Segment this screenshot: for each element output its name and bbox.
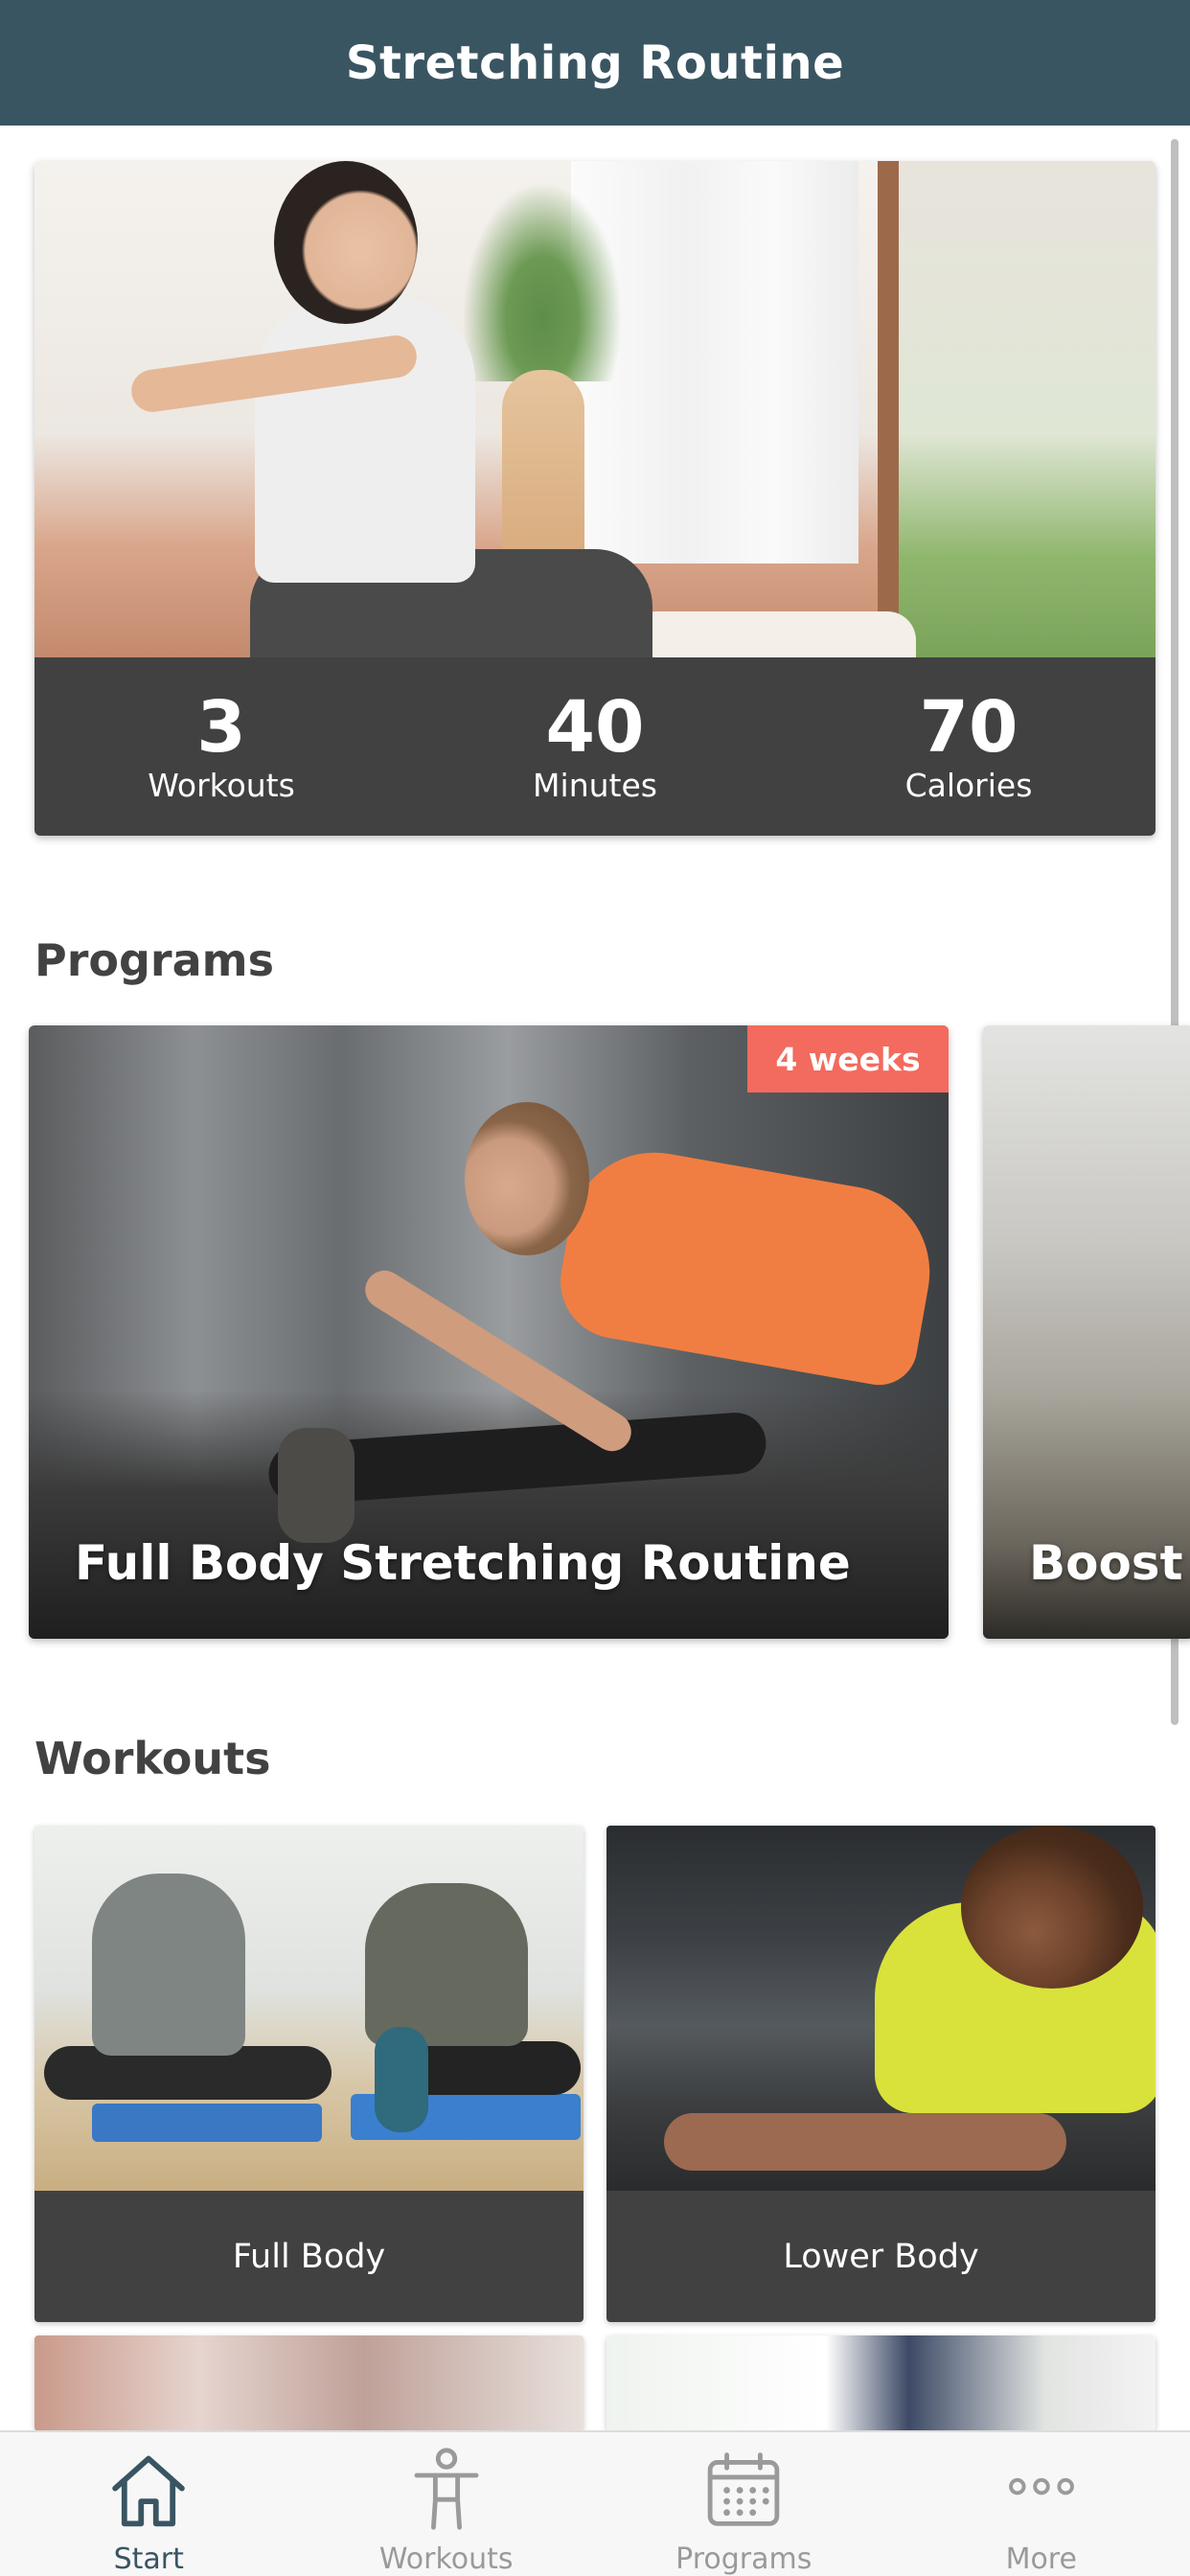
program-card-full-body[interactable]: 4 weeks Full Body Stretching Routine — [29, 1025, 949, 1639]
program-title: Boost y — [1029, 1535, 1190, 1591]
stat-workouts: 3 Workouts — [34, 657, 408, 836]
stat-calories: 70 Calories — [782, 657, 1156, 836]
workouts-heading: Workouts — [34, 1733, 271, 1784]
hero-plant — [456, 171, 629, 381]
program-title: Full Body Stretching Routine — [75, 1535, 851, 1591]
workout-image — [606, 1826, 1156, 2191]
stat-label: Workouts — [148, 767, 295, 804]
stat-value: 40 — [545, 686, 645, 769]
hero-floor — [629, 611, 916, 657]
calendar-icon — [707, 2452, 780, 2526]
workout-label: Full Body — [34, 2191, 584, 2322]
programs-heading: Programs — [34, 934, 274, 986]
app-header: Stretching Routine — [0, 0, 1190, 126]
tab-start[interactable]: Start — [0, 2432, 298, 2576]
hero-person-head — [274, 161, 418, 324]
tab-bar: Start Workouts Programs More — [0, 2430, 1190, 2576]
stat-value: 3 — [196, 686, 246, 769]
stat-value: 70 — [919, 686, 1018, 769]
home-icon — [112, 2455, 186, 2527]
yoga-mat — [92, 2104, 322, 2142]
stat-minutes: 40 Minutes — [408, 657, 782, 836]
program-image-floor — [29, 1390, 949, 1639]
person-body — [92, 1874, 245, 2056]
person-head — [961, 1826, 1143, 1989]
workout-image — [606, 2335, 1156, 2431]
tab-label: Start — [113, 2542, 184, 2576]
hero-window — [878, 161, 1156, 657]
workout-card[interactable] — [34, 2335, 584, 2431]
page-title: Stretching Routine — [345, 35, 845, 90]
workout-image — [34, 1826, 584, 2191]
workout-card-full-body[interactable]: Full Body — [34, 1826, 584, 2322]
stat-label: Calories — [904, 767, 1033, 804]
tab-label: More — [1005, 2542, 1077, 2576]
person-body — [365, 1883, 528, 2046]
program-person-head — [465, 1102, 589, 1255]
person-icon — [414, 2448, 479, 2530]
stats-bar: 3 Workouts 40 Minutes 70 Calories — [34, 657, 1156, 836]
tab-label: Workouts — [378, 2542, 514, 2576]
tab-programs[interactable]: Programs — [595, 2432, 893, 2576]
more-icon — [1008, 2477, 1074, 2496]
workout-image — [34, 2335, 584, 2431]
workout-card-lower-body[interactable]: Lower Body — [606, 1826, 1156, 2322]
workout-card[interactable] — [606, 2335, 1156, 2431]
person-shoe — [375, 2027, 428, 2132]
tab-more[interactable]: More — [893, 2432, 1190, 2576]
stat-label: Minutes — [533, 767, 657, 804]
workout-label: Lower Body — [606, 2191, 1156, 2322]
hero-card[interactable]: 3 Workouts 40 Minutes 70 Calories — [34, 161, 1156, 836]
program-person-shoe — [278, 1428, 355, 1543]
tab-label: Programs — [675, 2542, 812, 2576]
hero-person-body — [255, 295, 475, 583]
person-leg — [664, 2113, 1066, 2171]
hero-image — [34, 161, 1156, 657]
program-card-boost[interactable]: Boost y — [983, 1025, 1190, 1639]
tab-workouts[interactable]: Workouts — [298, 2432, 596, 2576]
duration-badge: 4 weeks — [747, 1025, 949, 1092]
